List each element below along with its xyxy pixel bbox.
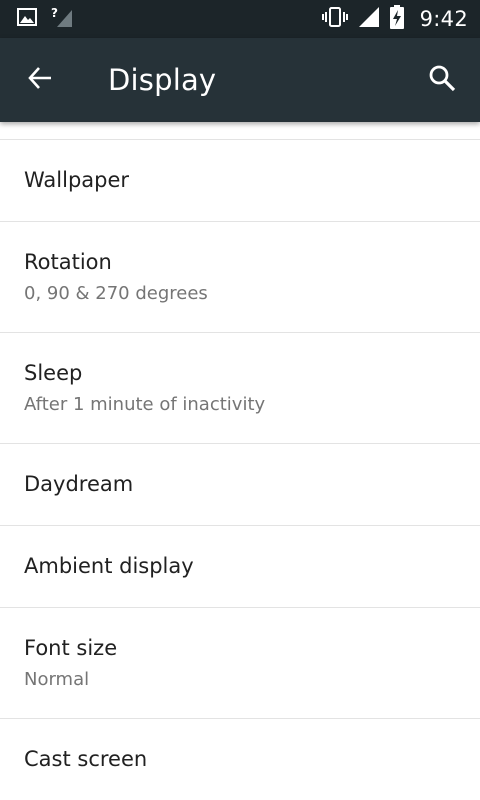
status-bar-notifications: ? bbox=[17, 0, 73, 38]
setting-rotation[interactable]: Rotation 0, 90 & 270 degrees bbox=[0, 222, 480, 333]
setting-title: Rotation bbox=[24, 250, 112, 274]
setting-summary: After 1 minute of inactivity bbox=[24, 394, 266, 415]
status-bar-system: 9:42 bbox=[321, 0, 468, 38]
setting-title: Ambient display bbox=[24, 554, 194, 578]
setting-font-size[interactable]: Font size Normal bbox=[0, 608, 480, 719]
setting-summary: Normal bbox=[24, 669, 90, 690]
setting-ambient-display[interactable]: Ambient display bbox=[0, 526, 480, 608]
setting-daydream[interactable]: Daydream bbox=[0, 444, 480, 526]
image-notification-icon bbox=[17, 8, 37, 30]
clock: 9:42 bbox=[419, 7, 468, 31]
no-sim-signal-icon: ? bbox=[51, 6, 73, 32]
cell-signal-icon bbox=[358, 6, 380, 32]
battery-charging-icon bbox=[389, 5, 404, 33]
search-icon bbox=[428, 64, 456, 96]
setting-title: Daydream bbox=[24, 472, 134, 496]
page-title: Display bbox=[108, 63, 217, 97]
setting-title: Cast screen bbox=[24, 747, 148, 771]
svg-text:?: ? bbox=[51, 6, 58, 20]
list-divider bbox=[0, 122, 480, 140]
search-button[interactable] bbox=[418, 58, 466, 102]
setting-wallpaper[interactable]: Wallpaper bbox=[0, 140, 480, 222]
settings-list[interactable]: Wallpaper Rotation 0, 90 & 270 degrees S… bbox=[0, 122, 480, 800]
setting-cast-screen[interactable]: Cast screen bbox=[0, 719, 480, 800]
vibrate-icon bbox=[321, 7, 348, 31]
setting-title: Font size bbox=[24, 636, 118, 660]
setting-title: Sleep bbox=[24, 361, 83, 385]
setting-title: Wallpaper bbox=[24, 168, 130, 192]
setting-sleep[interactable]: Sleep After 1 minute of inactivity bbox=[0, 333, 480, 444]
setting-summary: 0, 90 & 270 degrees bbox=[24, 283, 208, 304]
back-button[interactable] bbox=[16, 58, 64, 102]
arrow-back-icon bbox=[27, 65, 53, 95]
app-bar: Display bbox=[0, 38, 480, 122]
status-bar: ? 9:42 bbox=[0, 0, 480, 38]
